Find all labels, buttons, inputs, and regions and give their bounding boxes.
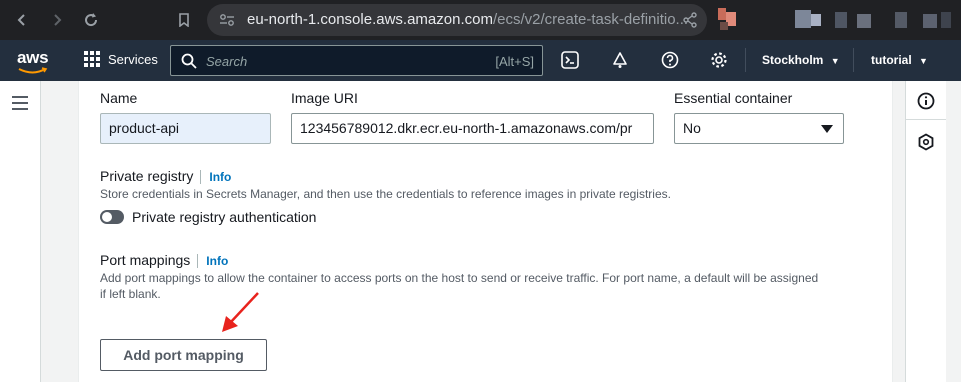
name-label: Name bbox=[100, 90, 138, 106]
services-menu[interactable]: Services bbox=[84, 51, 158, 67]
port-mappings-description-line2: if left blank. bbox=[100, 287, 161, 301]
port-mappings-info-link[interactable]: Info bbox=[206, 254, 228, 268]
essential-container-label: Essential container bbox=[674, 90, 793, 106]
feedback-hexagon-icon[interactable] bbox=[917, 133, 935, 156]
site-settings-icon[interactable] bbox=[219, 13, 235, 32]
region-selector[interactable]: Stockholm ▼ bbox=[762, 53, 840, 67]
search-input[interactable]: Search [Alt+S] bbox=[170, 45, 543, 76]
cloudshell-icon[interactable] bbox=[560, 50, 580, 70]
private-registry-toggle-label: Private registry authentication bbox=[132, 209, 317, 225]
port-mappings-title: Port mappings bbox=[100, 252, 191, 268]
search-placeholder: Search bbox=[206, 54, 248, 69]
private-registry-header: Private registry Info bbox=[100, 168, 231, 185]
account-menu[interactable]: tutorial ▼ bbox=[871, 53, 928, 67]
search-icon bbox=[181, 53, 197, 69]
region-label: Stockholm bbox=[762, 53, 824, 67]
annotation-arrow-icon bbox=[222, 292, 259, 332]
aws-smile-icon bbox=[18, 67, 48, 74]
port-mappings-header: Port mappings Info bbox=[100, 252, 228, 269]
private-registry-toggle[interactable] bbox=[100, 210, 124, 224]
port-mappings-description-line1: Add port mappings to allow the container… bbox=[100, 271, 819, 285]
bookmark-icon[interactable] bbox=[172, 8, 196, 32]
page-edge bbox=[946, 81, 961, 382]
add-port-mapping-button[interactable]: Add port mapping bbox=[100, 339, 267, 371]
browser-toolbar: eu-north-1.console.aws.amazon.com/ecs/v2… bbox=[0, 0, 961, 40]
services-label: Services bbox=[108, 51, 158, 67]
left-navigation-rail bbox=[0, 81, 41, 382]
help-icon[interactable] bbox=[660, 50, 680, 70]
settings-gear-icon[interactable] bbox=[709, 50, 729, 70]
private-registry-info-link[interactable]: Info bbox=[209, 170, 231, 184]
image-uri-label: Image URI bbox=[291, 90, 358, 106]
info-panel-icon[interactable] bbox=[917, 92, 935, 115]
container-name-input[interactable]: product-api bbox=[100, 113, 271, 144]
url-text: eu-north-1.console.aws.amazon.com/ecs/v2… bbox=[247, 11, 689, 28]
back-icon[interactable] bbox=[10, 8, 34, 32]
caret-down-icon: ▼ bbox=[919, 56, 928, 66]
essential-container-value: No bbox=[683, 120, 701, 136]
extension-icon[interactable] bbox=[718, 8, 742, 30]
account-label: tutorial bbox=[871, 53, 912, 67]
aws-top-nav: aws Services Search [Alt+S] Stockholm ▼ … bbox=[0, 40, 961, 81]
caret-down-icon: ▼ bbox=[830, 56, 840, 66]
aws-logo[interactable]: aws bbox=[17, 48, 49, 68]
menu-hamburger-icon[interactable] bbox=[12, 96, 28, 114]
share-icon[interactable] bbox=[683, 12, 697, 33]
reload-icon[interactable] bbox=[79, 8, 103, 32]
services-grid-icon bbox=[84, 51, 100, 67]
forward-icon[interactable] bbox=[45, 8, 69, 32]
image-uri-input[interactable]: 123456789012.dkr.ecr.eu-north-1.amazonaw… bbox=[291, 113, 654, 144]
private-registry-description: Store credentials in Secrets Manager, an… bbox=[100, 187, 671, 201]
address-bar[interactable]: eu-north-1.console.aws.amazon.com/ecs/v2… bbox=[207, 4, 707, 36]
profile-icons-blurred bbox=[795, 8, 955, 32]
essential-container-select[interactable]: No bbox=[674, 113, 844, 144]
caret-down-icon bbox=[821, 125, 833, 133]
notifications-bell-icon[interactable] bbox=[610, 50, 630, 70]
search-shortcut: [Alt+S] bbox=[495, 54, 534, 69]
private-registry-title: Private registry bbox=[100, 168, 194, 184]
